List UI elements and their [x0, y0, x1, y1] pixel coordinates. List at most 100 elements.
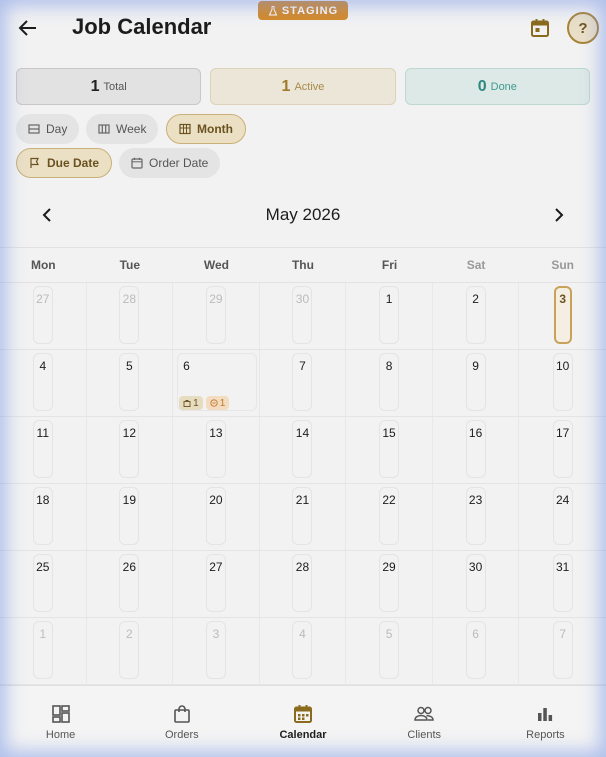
calendar-day-cell[interactable]: 13	[173, 417, 260, 483]
day-number: 9	[472, 359, 479, 373]
calendar-day-cell[interactable]: 21	[260, 484, 347, 550]
calendar-day-cell[interactable]: 1	[0, 618, 87, 684]
weekday-label: Tue	[119, 258, 141, 272]
nav-home[interactable]: Home	[0, 686, 121, 757]
calendar-day-cell[interactable]: 25	[0, 551, 87, 617]
nav-orders-label: Orders	[164, 729, 199, 741]
day-number: 16	[468, 426, 483, 440]
calendar-week-row: 27 28 29 30 1 2 3	[0, 283, 606, 350]
day-number: 28	[122, 292, 137, 306]
calendar-day-cell[interactable]: 7	[519, 618, 606, 684]
due-date-chip[interactable]: Due Date	[16, 148, 113, 178]
stat-total-count: 1	[90, 77, 100, 95]
calendar-day-cell[interactable]: 27	[173, 551, 260, 617]
day-number: 5	[126, 359, 133, 373]
calendar-day-cell[interactable]: 4	[260, 618, 347, 684]
calendar-day-cell[interactable]: 2	[433, 283, 520, 349]
weekday-label: Fri	[381, 258, 398, 272]
calendar-day-cell[interactable]: 9	[433, 350, 520, 416]
order-date-chip[interactable]: Order Date	[119, 148, 221, 178]
day-number: 17	[555, 426, 570, 440]
calendar-week-row: 25 26 27 28 29 30 31	[0, 551, 606, 618]
back-button[interactable]	[16, 16, 40, 40]
calendar-day-cell[interactable]: 2	[87, 618, 174, 684]
day-number: 4	[39, 359, 47, 373]
calendar-day-cell[interactable]: 23	[433, 484, 520, 550]
nav-calendar[interactable]: Calendar	[242, 686, 363, 757]
day-number: 7	[299, 359, 306, 373]
day-number: 30	[295, 292, 310, 306]
nav-clients[interactable]: Clients	[364, 686, 485, 757]
calendar-day-cell[interactable]: 4	[0, 350, 87, 416]
month-title: May 2026	[265, 205, 341, 224]
next-month-button[interactable]	[548, 204, 570, 226]
calendar-day-cell[interactable]: 29	[346, 551, 433, 617]
view-day-label: Day	[46, 122, 68, 136]
due-date-label: Due Date	[47, 156, 100, 170]
calendar-day-cell[interactable]: 29	[173, 283, 260, 349]
calendar-day-cell[interactable]: 16	[433, 417, 520, 483]
calendar-day-cell[interactable]: 30	[260, 283, 347, 349]
day-number: 13	[209, 426, 223, 440]
staging-label: STAGING	[281, 4, 339, 17]
calendar-day-cell[interactable]: 611	[173, 350, 260, 416]
day-number: 6	[472, 627, 479, 641]
nav-home-label: Home	[45, 729, 76, 741]
month-navigator: May 2026	[0, 200, 606, 230]
calendar-day-cell[interactable]: 22	[346, 484, 433, 550]
help-button[interactable]: ?	[567, 12, 599, 44]
calendar-day-cell[interactable]: 20	[173, 484, 260, 550]
calendar-day-cell[interactable]: 26	[87, 551, 174, 617]
stat-active: 1 Active	[210, 68, 396, 105]
view-week-label: Week	[116, 122, 147, 136]
calendar-day-cell[interactable]: 1	[346, 283, 433, 349]
calendar-day-cell[interactable]: 31	[519, 551, 606, 617]
calendar-day-cell[interactable]: 3	[519, 283, 606, 349]
calendar-day-cell[interactable]: 10	[519, 350, 606, 416]
calendar-day-cell[interactable]: 28	[260, 551, 347, 617]
calendar-day-cell[interactable]: 15	[346, 417, 433, 483]
clock-icon	[210, 399, 218, 407]
calendar-day-cell[interactable]: 27	[0, 283, 87, 349]
day-number: 23	[468, 493, 483, 507]
day-number: 25	[36, 560, 50, 574]
day-view-icon	[28, 124, 40, 134]
calendar-day-cell[interactable]: 24	[519, 484, 606, 550]
calendar-day-cell[interactable]: 12	[87, 417, 174, 483]
day-number: 7	[559, 627, 566, 641]
calendar-day-cell[interactable]: 30	[433, 551, 520, 617]
calendar-week-row: 1 2 3 4 5 6 7	[0, 618, 606, 685]
calendar-day-cell[interactable]: 7	[260, 350, 347, 416]
calendar-day-cell[interactable]: 6	[433, 618, 520, 684]
stat-active-count: 1	[281, 77, 291, 95]
week-view-icon	[98, 124, 110, 134]
calendar-day-cell[interactable]: 8	[346, 350, 433, 416]
view-week-chip[interactable]: Week	[86, 114, 159, 144]
view-month-chip[interactable]: Month	[166, 114, 246, 144]
calendar-day-cell[interactable]: 3	[173, 618, 260, 684]
calendar-day-cell[interactable]: 19	[87, 484, 174, 550]
view-day-chip[interactable]: Day	[16, 114, 80, 144]
weekday-label: Thu	[291, 258, 314, 272]
nav-clients-label: Clients	[407, 729, 442, 741]
day-number: 3	[212, 627, 220, 641]
weekday-label: Sat	[466, 258, 486, 272]
active-count: 1	[219, 397, 226, 409]
view-month-label: Month	[197, 122, 233, 136]
nav-reports[interactable]: Reports	[485, 686, 606, 757]
calendar-day-cell[interactable]: 17	[519, 417, 606, 483]
nav-orders[interactable]: Orders	[121, 686, 242, 757]
calendar-day-cell[interactable]: 18	[0, 484, 87, 550]
calendar-day-cell[interactable]: 28	[87, 283, 174, 349]
people-icon	[414, 706, 434, 721]
day-number: 22	[382, 493, 396, 507]
day-number: 6	[183, 359, 190, 373]
calendar-day-cell[interactable]: 5	[346, 618, 433, 684]
bottom-navigation: Home Orders Calendar Clients Reports	[0, 685, 606, 757]
day-number: 27	[36, 292, 50, 306]
calendar-day-cell[interactable]: 11	[0, 417, 87, 483]
calendar-today-button[interactable]	[528, 16, 552, 40]
calendar-day-cell[interactable]: 5	[87, 350, 174, 416]
calendar-day-cell[interactable]: 14	[260, 417, 347, 483]
day-number: 10	[555, 359, 570, 373]
